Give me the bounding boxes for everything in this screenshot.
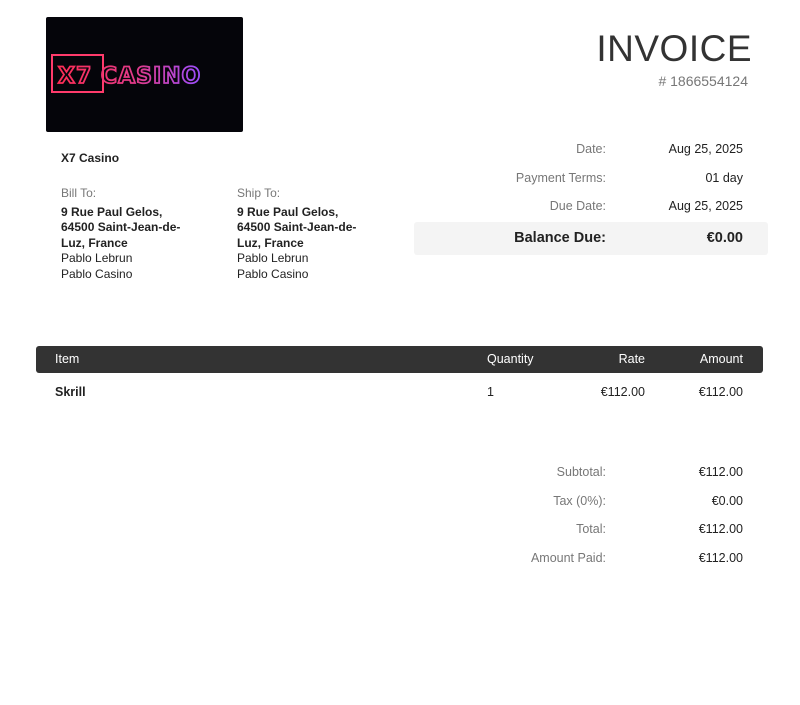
- meta-label: Due Date:: [549, 199, 606, 213]
- bill-to-address-line: 64500 Saint-Jean-de-: [61, 220, 181, 234]
- totals-value: €112.00: [698, 522, 743, 536]
- totals-row-total: Total: €112.00: [414, 519, 768, 548]
- totals-label: Total:: [576, 522, 606, 536]
- company-logo: X7 CASINO: [46, 17, 243, 132]
- totals-label: Subtotal:: [556, 465, 606, 479]
- ship-to-name: Pablo Lebrun: [237, 251, 309, 265]
- invoice-title: INVOICE: [596, 28, 752, 69]
- column-header-item: Item: [55, 352, 80, 366]
- totals-row-amount-paid: Amount Paid: €112.00: [414, 548, 768, 577]
- totals-block: Subtotal: €112.00 Tax (0%): €0.00 Total:…: [414, 462, 768, 576]
- totals-row-tax: Tax (0%): €0.00: [414, 491, 768, 520]
- ship-to-company: Pablo Casino: [237, 266, 309, 281]
- balance-due-box: Balance Due: €0.00: [414, 222, 768, 255]
- bill-to-company: Pablo Casino: [61, 266, 133, 281]
- logo-wordmark: X7 CASINO: [58, 64, 201, 89]
- ship-to-label: Ship To:: [237, 186, 281, 200]
- ship-to-address-line: Luz, France: [237, 235, 304, 250]
- totals-value: €0.00: [711, 493, 743, 508]
- meta-value: Aug 25, 2025: [668, 199, 743, 213]
- column-header-amount: Amount: [699, 352, 743, 366]
- totals-row-subtotal: Subtotal: €112.00: [414, 462, 768, 491]
- bill-to-label: Bill To:: [61, 186, 97, 200]
- totals-label: Tax (0%):: [553, 493, 606, 508]
- bill-to-address-line: Luz, France: [61, 235, 128, 250]
- invoice-number: # 1866554124: [658, 73, 748, 89]
- bill-to-block: Bill To: 9 Rue Paul Gelos, 64500 Saint-J…: [61, 186, 211, 282]
- ship-to-address-line: 64500 Saint-Jean-de-: [237, 220, 357, 234]
- meta-value: 01 day: [705, 170, 743, 185]
- row-amount: €112.00: [698, 385, 743, 399]
- row-item: Skrill: [55, 385, 86, 399]
- column-header-rate: Rate: [618, 352, 645, 366]
- table-row: Skrill 1 €112.00 €112.00: [36, 380, 763, 404]
- ship-to-address-line: 9 Rue Paul Gelos,: [237, 204, 339, 219]
- meta-value: Aug 25, 2025: [668, 142, 743, 156]
- items-table-header: Item Quantity Rate Amount: [36, 346, 763, 373]
- meta-row-date: Date: Aug 25, 2025: [414, 139, 768, 168]
- meta-label: Date:: [576, 142, 606, 156]
- balance-due-value: €0.00: [706, 230, 743, 246]
- totals-value: €112.00: [698, 550, 743, 565]
- row-quantity: 1: [487, 385, 494, 399]
- company-name: X7 Casino: [61, 151, 120, 165]
- meta-label: Payment Terms:: [515, 170, 606, 185]
- meta-row-payment-terms: Payment Terms: 01 day: [414, 168, 768, 197]
- bill-to-name: Pablo Lebrun: [61, 251, 133, 265]
- row-rate: €112.00: [600, 385, 645, 399]
- totals-value: €112.00: [698, 465, 743, 479]
- invoice-meta: Date: Aug 25, 2025 Payment Terms: 01 day…: [414, 139, 768, 225]
- logo-graphic: X7 CASINO: [51, 54, 201, 93]
- ship-to-block: Ship To: 9 Rue Paul Gelos, 64500 Saint-J…: [237, 186, 387, 282]
- bill-to-address-line: 9 Rue Paul Gelos,: [61, 204, 163, 219]
- meta-row-due-date: Due Date: Aug 25, 2025: [414, 196, 768, 225]
- balance-due-label: Balance Due:: [514, 230, 606, 246]
- column-header-quantity: Quantity: [487, 352, 534, 366]
- totals-label: Amount Paid:: [530, 550, 606, 565]
